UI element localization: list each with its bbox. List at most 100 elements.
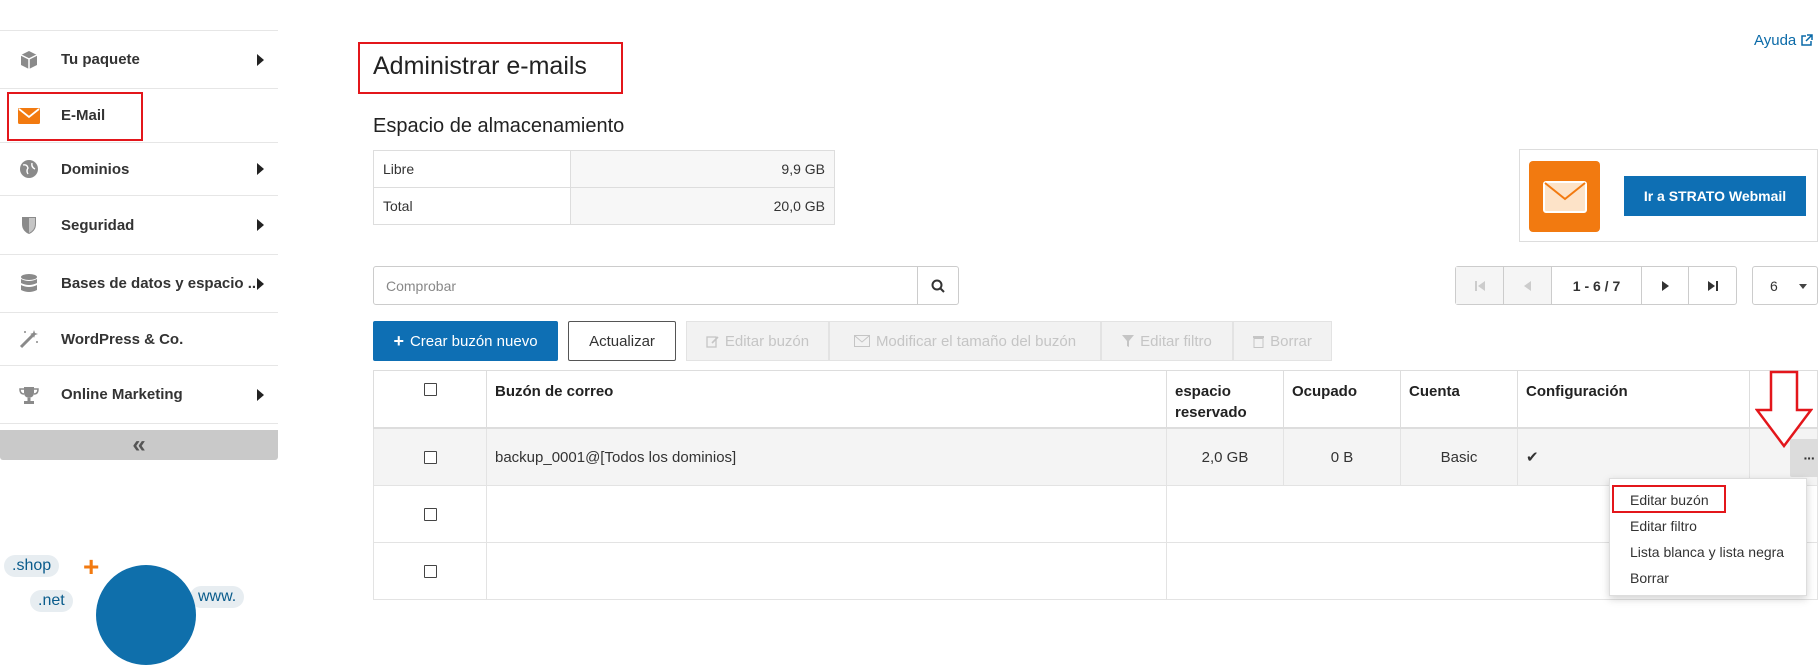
used-cell: 0 B (1284, 429, 1401, 485)
resize-mailbox-button[interactable]: Modificar el tamaño del buzón (829, 321, 1101, 361)
select-all-checkbox[interactable] (423, 383, 437, 396)
plus-icon: + (83, 551, 100, 582)
sidebar-item-label: Bases de datos y espacio ... (61, 275, 261, 292)
storage-row: Libre 9,9 GB (373, 150, 835, 188)
sidebar: Tu paquete E-Mail Dominios Seguridad Bas… (0, 0, 278, 665)
row-select-cell (374, 486, 487, 542)
create-mailbox-label: Crear buzón nuevo (409, 332, 538, 350)
sidebar-item-label: Seguridad (61, 216, 135, 234)
table-header: Buzón de correo espacio reservado Ocupad… (373, 370, 1818, 429)
sidebar-item-dominios[interactable]: Dominios (0, 143, 278, 196)
search-input[interactable] (373, 266, 918, 305)
menu-item-delete[interactable]: Borrar (1610, 565, 1806, 591)
column-header-used[interactable]: Ocupado (1284, 371, 1401, 427)
sidebar-item-label: Tu paquete (61, 51, 140, 68)
select-all-cell (374, 371, 487, 427)
table-row[interactable]: backup_0001@[Todos los dominios] 2,0 GB … (373, 429, 1818, 486)
previous-page-button[interactable] (1504, 267, 1552, 304)
chevron-right-icon (257, 53, 264, 66)
plus-icon: + (393, 330, 404, 351)
edit-mailbox-button[interactable]: Editar buzón (686, 321, 829, 361)
annotation-arrow-icon (1755, 370, 1813, 448)
table-row[interactable] (373, 486, 1818, 543)
menu-item-whitelist-blacklist[interactable]: Lista blanca y lista negra (1610, 539, 1806, 565)
row-checkbox[interactable] (423, 450, 437, 464)
refresh-button[interactable]: Actualizar (568, 321, 676, 361)
sidebar-item-tu-paquete[interactable]: Tu paquete (0, 31, 278, 89)
promo-bubble: .net (30, 590, 73, 612)
first-page-button[interactable] (1456, 267, 1504, 304)
resize-mailbox-label: Modificar el tamaño del buzón (875, 332, 1077, 350)
chevron-right-icon (257, 388, 264, 401)
account-cell: Basic (1401, 429, 1518, 485)
reserved-cell (1167, 486, 1284, 542)
table-row[interactable] (373, 543, 1818, 600)
edit-filter-label: Editar filtro (1140, 332, 1212, 350)
menu-item-edit-filter[interactable]: Editar filtro (1610, 513, 1806, 539)
caret-down-icon (1799, 284, 1807, 289)
chevron-right-icon (257, 219, 264, 231)
sidebar-item-wordpress[interactable]: WordPress & Co. (0, 313, 278, 366)
column-header-mailbox[interactable]: Buzón de correo (487, 371, 1167, 427)
storage-value: 9,9 GB (570, 150, 835, 188)
row-select-cell (374, 429, 487, 485)
search-button[interactable] (917, 266, 959, 305)
sidebar-item-label: Dominios (61, 160, 130, 178)
database-icon (18, 273, 40, 295)
row-checkbox[interactable] (423, 564, 437, 578)
config-check-icon: ✔ (1518, 429, 1750, 485)
delete-button[interactable]: Borrar (1233, 321, 1332, 361)
sidebar-item-bases-de-datos[interactable]: Bases de datos y espacio ... (0, 255, 278, 313)
reserved-cell: 2,0 GB (1167, 429, 1284, 485)
trash-icon (1253, 335, 1265, 348)
column-header-reserved[interactable]: espacio reservado (1167, 371, 1284, 427)
webmail-card: Ir a STRATO Webmail (1519, 149, 1818, 242)
row-checkbox[interactable] (423, 507, 437, 521)
collapse-sidebar-button[interactable]: « (0, 430, 278, 460)
promo-bubble: .shop (4, 555, 60, 577)
shield-icon (18, 214, 40, 236)
package-icon (18, 49, 40, 71)
next-page-button[interactable] (1642, 267, 1689, 304)
sidebar-item-label: Online Marketing (61, 386, 183, 403)
sidebar-nav: Tu paquete E-Mail Dominios Seguridad Bas… (0, 30, 278, 424)
last-page-button[interactable] (1689, 267, 1736, 304)
first-page-icon (1474, 280, 1485, 291)
sidebar-item-label: WordPress & Co. (61, 330, 184, 348)
pagination: 1 - 6 / 7 (1455, 266, 1737, 305)
delete-label: Borrar (1270, 332, 1312, 350)
sidebar-item-seguridad[interactable]: Seguridad (0, 196, 278, 255)
per-page-value: 6 (1770, 277, 1778, 294)
storage-value: 20,0 GB (570, 187, 835, 225)
magic-wand-icon (18, 328, 40, 350)
column-header-account[interactable]: Cuenta (1401, 371, 1518, 427)
email-highlight-box (7, 92, 143, 141)
storage-table: Libre 9,9 GB Total 20,0 GB (373, 150, 835, 225)
go-to-webmail-button[interactable]: Ir a STRATO Webmail (1624, 176, 1806, 216)
sidebar-item-online-marketing[interactable]: Online Marketing (0, 366, 278, 424)
mailbox-cell: backup_0001@[Todos los dominios] (487, 429, 1167, 485)
edit-filter-button[interactable]: Editar filtro (1101, 321, 1233, 361)
globe-icon (18, 158, 40, 180)
column-header-config[interactable]: Configuración (1518, 371, 1750, 427)
trophy-icon (18, 384, 40, 406)
edit-mailbox-highlight-box (1612, 485, 1726, 513)
create-mailbox-button[interactable]: + Crear buzón nuevo (373, 321, 558, 361)
mailbox-cell (487, 486, 1167, 542)
reserved-cell (1167, 543, 1284, 599)
help-link[interactable]: Ayuda (1754, 32, 1814, 49)
edit-mailbox-label: Editar buzón (724, 332, 810, 350)
storage-section-title: Espacio de almacenamiento (373, 115, 625, 137)
page-title: Administrar e-mails (373, 52, 587, 80)
filter-icon (1122, 335, 1135, 347)
external-link-icon (1801, 34, 1814, 46)
mailbox-cell (487, 543, 1167, 599)
storage-row: Total 20,0 GB (373, 187, 835, 225)
edit-icon (706, 335, 719, 348)
envelope-icon (853, 335, 870, 347)
promo-bubble: www. (190, 586, 245, 608)
row-select-cell (374, 543, 487, 599)
per-page-select[interactable]: 6 (1752, 266, 1818, 305)
help-link-label: Ayuda (1754, 32, 1797, 49)
storage-label: Total (373, 187, 571, 225)
